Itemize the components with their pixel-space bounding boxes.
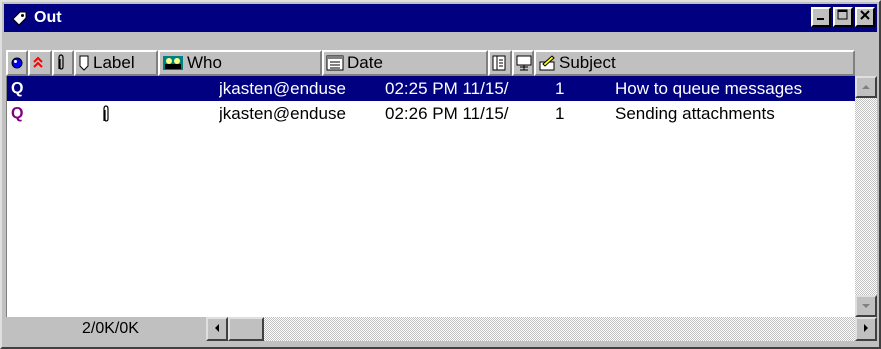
column-priority[interactable] — [28, 50, 52, 76]
column-who[interactable]: Who — [158, 50, 322, 76]
message-row[interactable]: Q jkasten@enduse 02:25 PM 11/15/ 1 How t… — [7, 76, 856, 101]
column-attachment[interactable] — [52, 50, 74, 76]
people-icon — [162, 54, 184, 72]
out-window: Out Label Who Date Subject Q jkasten@end… — [0, 0, 881, 349]
scroll-down-button[interactable] — [855, 295, 877, 317]
paperclip-icon — [101, 102, 111, 125]
close-button[interactable] — [855, 7, 875, 27]
vertical-scrollbar[interactable] — [855, 76, 877, 317]
column-server[interactable] — [512, 50, 534, 76]
queued-status: Q — [11, 105, 24, 122]
priority-arrows-icon — [32, 56, 44, 70]
column-read[interactable] — [6, 50, 28, 76]
page-icon — [492, 55, 506, 71]
maximize-button[interactable] — [833, 7, 853, 27]
horizontal-scrollbar[interactable] — [206, 317, 877, 341]
window-title: Out — [34, 9, 62, 26]
message-size: 1 — [555, 79, 565, 98]
horizontal-scroll-thumb[interactable] — [228, 317, 264, 341]
message-subject: How to queue messages — [615, 79, 803, 98]
title-bar[interactable]: Out — [4, 4, 877, 32]
message-row[interactable]: Q jkasten@enduse 02:26 PM 11/15/ 1 Sendi… — [7, 101, 856, 126]
scroll-up-button[interactable] — [855, 76, 877, 98]
message-date: 02:26 PM 11/15/ — [385, 104, 509, 123]
mailbox-icon — [8, 7, 30, 29]
calendar-icon — [326, 55, 344, 71]
paperclip-icon — [56, 54, 66, 72]
message-list[interactable]: Q jkasten@enduse 02:25 PM 11/15/ 1 How t… — [6, 76, 856, 317]
server-icon — [516, 55, 532, 71]
arrow-right-icon — [862, 320, 870, 338]
column-label[interactable]: Label — [74, 50, 158, 76]
queued-status: Q — [11, 80, 24, 97]
arrow-down-icon — [861, 297, 871, 315]
column-who-text: Who — [187, 53, 222, 72]
status-bar: 2/0K/0K — [6, 317, 206, 341]
column-label-text: Label — [93, 53, 135, 72]
column-subject-text: Subject — [559, 53, 616, 72]
column-header: Label Who Date Subject — [6, 50, 855, 76]
message-size: 1 — [555, 104, 565, 123]
maximize-icon — [837, 8, 849, 26]
column-date-text: Date — [347, 53, 383, 72]
unread-dot-icon — [10, 56, 24, 70]
message-count-status: 2/0K/0K — [82, 320, 139, 337]
column-date[interactable]: Date — [322, 50, 488, 76]
minimize-button[interactable] — [811, 7, 831, 27]
column-subject[interactable]: Subject — [534, 50, 855, 76]
message-who: jkasten@enduse — [219, 79, 346, 98]
scroll-right-button[interactable] — [855, 317, 877, 341]
message-who: jkasten@enduse — [219, 104, 346, 123]
toolbar-strip — [6, 32, 877, 50]
arrow-up-icon — [861, 78, 871, 96]
message-date: 02:25 PM 11/15/ — [385, 79, 509, 98]
label-tag-icon — [78, 54, 90, 72]
scroll-left-button[interactable] — [206, 317, 228, 341]
arrow-left-icon — [213, 320, 221, 338]
pencil-icon — [538, 54, 556, 72]
close-icon — [859, 8, 871, 26]
column-size[interactable] — [488, 50, 512, 76]
message-subject: Sending attachments — [615, 104, 775, 123]
minimize-icon — [816, 8, 826, 26]
